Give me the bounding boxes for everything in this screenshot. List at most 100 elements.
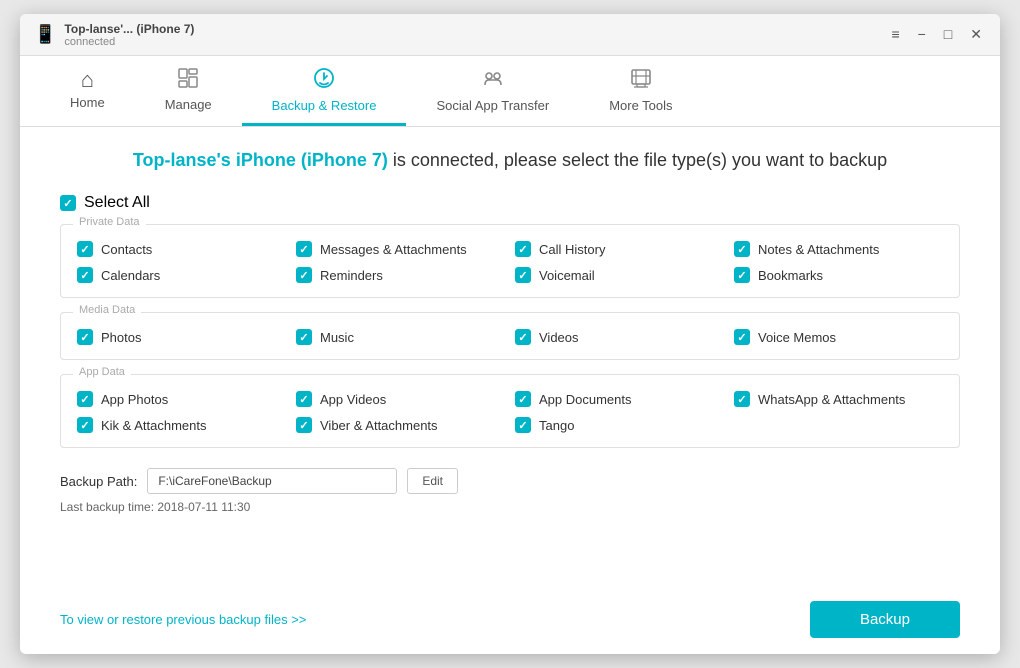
kik-checkbox[interactable]	[77, 417, 93, 433]
bottom-row: To view or restore previous backup files…	[60, 595, 960, 638]
nav-backup-restore[interactable]: Backup & Restore	[242, 56, 407, 126]
bookmarks-label: Bookmarks	[758, 268, 823, 283]
app-documents-label: App Documents	[539, 392, 632, 407]
select-all-row: Select All	[60, 194, 960, 212]
nav-manage[interactable]: Manage	[135, 56, 242, 126]
select-all-label: Select All	[84, 194, 150, 212]
photos-label: Photos	[101, 330, 141, 345]
window-controls: ≡ − □ ✕	[887, 24, 986, 45]
list-item: Messages & Attachments	[296, 241, 505, 257]
reminders-label: Reminders	[320, 268, 383, 283]
minimize-icon[interactable]: −	[914, 24, 930, 45]
close-icon[interactable]: ✕	[966, 24, 986, 45]
list-item: Contacts	[77, 241, 286, 257]
social-icon	[481, 66, 505, 94]
list-item: Tango	[515, 417, 724, 433]
photos-checkbox[interactable]	[77, 329, 93, 345]
app-data-label: App Data	[73, 366, 131, 378]
media-data-grid: Photos Music Videos Voice Memos	[77, 329, 943, 345]
app-videos-checkbox[interactable]	[296, 391, 312, 407]
notes-checkbox[interactable]	[734, 241, 750, 257]
nav-social-label: Social App Transfer	[436, 98, 549, 113]
tango-label: Tango	[539, 418, 574, 433]
titlebar: 📱 Top-lanse'... (iPhone 7) connected ≡ −…	[20, 14, 1000, 56]
nav-backup-label: Backup & Restore	[272, 98, 377, 113]
voicemail-label: Voicemail	[539, 268, 595, 283]
nav-home[interactable]: ⌂ Home	[40, 56, 135, 126]
backup-path-input[interactable]	[147, 468, 397, 494]
tango-checkbox[interactable]	[515, 417, 531, 433]
nav-manage-label: Manage	[165, 97, 212, 112]
app-data-section: App Data App Photos App Videos App Docum…	[60, 374, 960, 448]
voice-memos-label: Voice Memos	[758, 330, 836, 345]
list-item: Calendars	[77, 267, 286, 283]
music-label: Music	[320, 330, 354, 345]
reminders-checkbox[interactable]	[296, 267, 312, 283]
app-videos-label: App Videos	[320, 392, 386, 407]
list-item: WhatsApp & Attachments	[734, 391, 943, 407]
nav-social-app[interactable]: Social App Transfer	[406, 56, 579, 126]
list-item: App Photos	[77, 391, 286, 407]
media-data-section: Media Data Photos Music Videos Voice Mem…	[60, 312, 960, 360]
list-item: App Documents	[515, 391, 724, 407]
maximize-icon[interactable]: □	[940, 24, 956, 45]
viber-checkbox[interactable]	[296, 417, 312, 433]
backup-icon	[312, 66, 336, 94]
calendars-checkbox[interactable]	[77, 267, 93, 283]
list-item: Kik & Attachments	[77, 417, 286, 433]
media-data-label: Media Data	[73, 304, 141, 316]
whatsapp-checkbox[interactable]	[734, 391, 750, 407]
music-checkbox[interactable]	[296, 329, 312, 345]
call-history-checkbox[interactable]	[515, 241, 531, 257]
videos-checkbox[interactable]	[515, 329, 531, 345]
list-item: App Videos	[296, 391, 505, 407]
videos-label: Videos	[539, 330, 579, 345]
main-window: 📱 Top-lanse'... (iPhone 7) connected ≡ −…	[20, 14, 1000, 654]
bookmarks-checkbox[interactable]	[734, 267, 750, 283]
device-info: 📱 Top-lanse'... (iPhone 7) connected	[34, 22, 194, 48]
nav-more-tools-label: More Tools	[609, 98, 672, 113]
list-item: Music	[296, 329, 505, 345]
navbar: ⌂ Home Manage Backup	[20, 56, 1000, 127]
list-item: Call History	[515, 241, 724, 257]
voicemail-checkbox[interactable]	[515, 267, 531, 283]
tools-icon	[629, 66, 653, 94]
viber-label: Viber & Attachments	[320, 418, 438, 433]
app-photos-checkbox[interactable]	[77, 391, 93, 407]
device-name: Top-lanse'... (iPhone 7)	[64, 22, 194, 36]
last-backup-time: Last backup time: 2018-07-11 11:30	[60, 500, 960, 514]
list-item: Voicemail	[515, 267, 724, 283]
device-title-name: Top-lanse's iPhone (iPhone 7)	[133, 150, 388, 170]
messages-checkbox[interactable]	[296, 241, 312, 257]
manage-icon	[177, 67, 199, 93]
calendars-label: Calendars	[101, 268, 160, 283]
list-item: Reminders	[296, 267, 505, 283]
app-documents-checkbox[interactable]	[515, 391, 531, 407]
app-photos-label: App Photos	[101, 392, 168, 407]
backup-button[interactable]: Backup	[810, 601, 960, 638]
contacts-checkbox[interactable]	[77, 241, 93, 257]
contacts-label: Contacts	[101, 242, 152, 257]
private-data-label: Private Data	[73, 216, 146, 228]
select-all-checkbox[interactable]	[60, 195, 76, 211]
main-content: Top-lanse's iPhone (iPhone 7) is connect…	[20, 127, 1000, 654]
app-data-grid: App Photos App Videos App Documents What…	[77, 391, 943, 433]
page-title: Top-lanse's iPhone (iPhone 7) is connect…	[60, 147, 960, 174]
restore-link[interactable]: To view or restore previous backup files…	[60, 612, 306, 627]
list-item: Voice Memos	[734, 329, 943, 345]
device-status: connected	[64, 36, 194, 48]
backup-path-row: Backup Path: Edit	[60, 468, 960, 494]
call-history-label: Call History	[539, 242, 605, 257]
nav-more-tools[interactable]: More Tools	[579, 56, 702, 126]
list-item: Bookmarks	[734, 267, 943, 283]
voice-memos-checkbox[interactable]	[734, 329, 750, 345]
menu-icon[interactable]: ≡	[887, 24, 903, 45]
whatsapp-label: WhatsApp & Attachments	[758, 392, 905, 407]
list-item-empty	[734, 417, 943, 433]
page-title-rest: is connected, please select the file typ…	[388, 150, 887, 170]
edit-button[interactable]: Edit	[407, 468, 458, 494]
home-icon: ⌂	[81, 69, 94, 91]
list-item: Photos	[77, 329, 286, 345]
list-item: Videos	[515, 329, 724, 345]
list-item: Viber & Attachments	[296, 417, 505, 433]
